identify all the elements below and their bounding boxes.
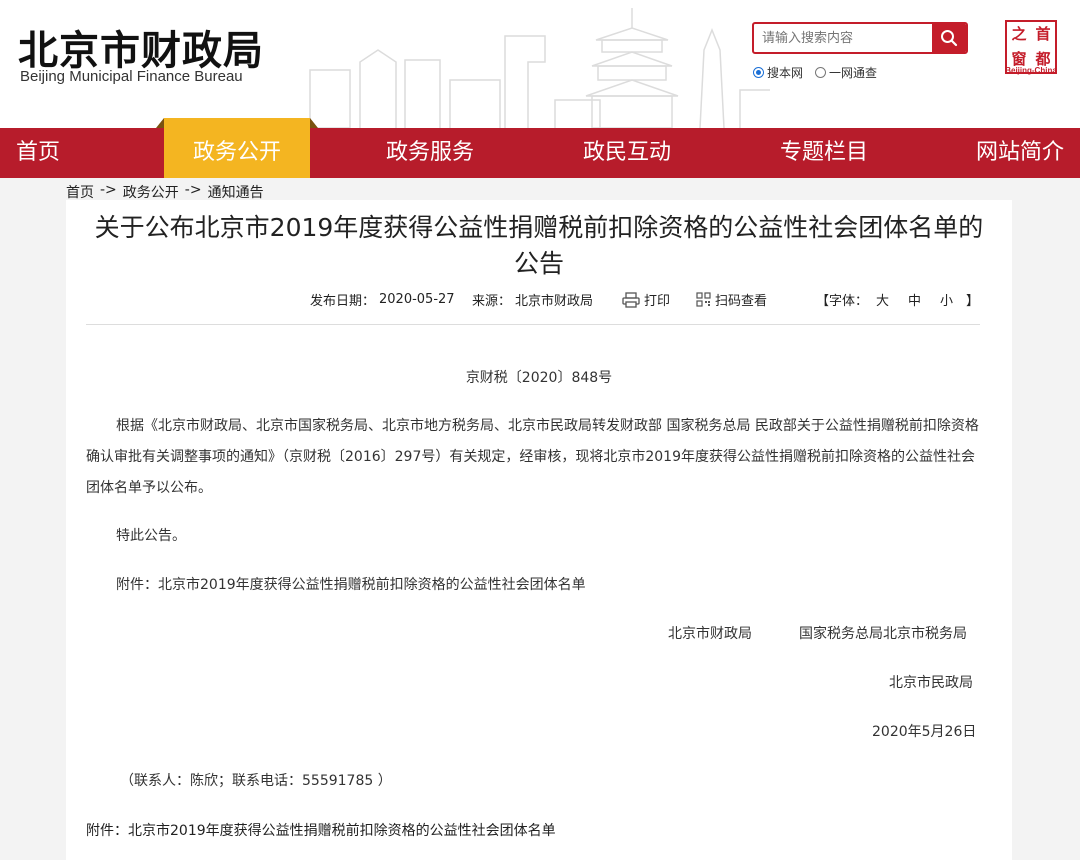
font-size-label: 【字体： bbox=[816, 294, 869, 309]
print-button[interactable]: 打印 bbox=[622, 290, 670, 309]
radio-button-checked[interactable] bbox=[753, 67, 764, 78]
article-meta: 发布日期： 2020-05-27 来源： 北京市财政局 打印 扫码查看 【字体：… bbox=[66, 290, 1012, 310]
nav-item-about[interactable]: 网站简介 bbox=[976, 128, 1064, 178]
article-attachment-line: 附件：北京市2019年度获得公益性捐赠税前扣除资格的公益性社会团体名单 bbox=[116, 577, 586, 593]
seal-char: 之 bbox=[1011, 25, 1027, 43]
radio-button-unchecked[interactable] bbox=[815, 67, 827, 78]
attachment-link[interactable]: 附件：北京市2019年度获得公益性捐赠税前扣除资格的公益性社会团体名单 bbox=[86, 820, 556, 840]
breadcrumb-home[interactable]: 首页 bbox=[66, 182, 94, 202]
breadcrumb-notices[interactable]: 通知通告 bbox=[208, 182, 264, 202]
contact-info: （联系人：陈欣；联系电话：55591785 ） bbox=[120, 773, 392, 789]
radio-search-site[interactable]: 搜本网 bbox=[753, 64, 803, 81]
document-number: 京财税〔2020〕848号 bbox=[465, 370, 613, 386]
nav-item-government-affairs[interactable]: 政务公开 bbox=[156, 118, 318, 178]
signatory-civil-affairs: 北京市民政局 bbox=[889, 675, 973, 691]
qr-view-button[interactable]: 扫码查看 bbox=[696, 290, 767, 309]
nav-item-special-topics[interactable]: 专题栏目 bbox=[780, 128, 868, 178]
font-size-close-bracket: 】 bbox=[966, 294, 980, 309]
city-skyline-illustration bbox=[309, 8, 770, 128]
nav-item-home[interactable]: 首页 bbox=[16, 128, 60, 178]
seal-caption: Beijing-China bbox=[1005, 66, 1057, 75]
qr-view-label: 扫码查看 bbox=[715, 294, 768, 309]
breadcrumb-government-affairs[interactable]: 政务公开 bbox=[123, 182, 179, 202]
article-notice: 特此公告。 bbox=[116, 528, 186, 544]
source-value: 北京市财政局 bbox=[515, 294, 594, 309]
meta-divider bbox=[86, 324, 980, 325]
article-source: 来源： 北京市财政局 bbox=[472, 290, 593, 309]
source-label: 来源： bbox=[472, 294, 512, 309]
site-header: 北京市财政局 Beijing Municipal Finance Bureau … bbox=[0, 0, 1080, 128]
article-body-paragraph: 根据《北京市财政局、北京市国家税务局、北京市地方税务局、北京市民政局转发财政部 … bbox=[86, 418, 979, 496]
breadcrumb-separator: -> bbox=[184, 182, 202, 198]
radio-search-all[interactable]: 一网通查 bbox=[815, 64, 877, 81]
font-size-small[interactable]: 小 bbox=[940, 290, 953, 309]
article-card: 关于公布北京市2019年度获得公益性捐赠税前扣除资格的公益性社会团体名单的公告 … bbox=[66, 200, 1012, 860]
site-logo-subtitle: Beijing Municipal Finance Bureau bbox=[20, 68, 243, 85]
search-box bbox=[752, 22, 968, 54]
radio-label-search-site: 搜本网 bbox=[767, 66, 804, 80]
signatory-tax-bureau: 国家税务总局北京市税务局 bbox=[799, 626, 967, 642]
publish-date-value: 2020-05-27 bbox=[379, 292, 455, 307]
seal-char: 首 bbox=[1035, 25, 1051, 43]
nav-item-interaction[interactable]: 政民互动 bbox=[583, 128, 671, 178]
qr-code-icon bbox=[696, 292, 711, 307]
search-icon bbox=[941, 30, 958, 47]
article-title: 关于公布北京市2019年度获得公益性捐赠税前扣除资格的公益性社会团体名单的公告 bbox=[94, 213, 984, 278]
font-size-large[interactable]: 大 bbox=[876, 290, 889, 309]
nav-item-services[interactable]: 政务服务 bbox=[386, 128, 474, 178]
main-nav: 首页 政务公开 政务服务 政民互动 专题栏目 网站简介 bbox=[0, 118, 1080, 178]
breadcrumb-separator: -> bbox=[100, 182, 117, 198]
search-button[interactable] bbox=[932, 24, 966, 52]
sign-date: 2020年5月26日 bbox=[872, 724, 977, 740]
printer-icon bbox=[622, 291, 640, 308]
print-label: 打印 bbox=[644, 294, 671, 309]
publish-date: 发布日期： 2020-05-27 bbox=[310, 290, 455, 309]
search-input[interactable] bbox=[754, 24, 932, 52]
breadcrumb: 首页 -> 政务公开 -> 通知通告 bbox=[66, 182, 264, 202]
publish-date-label: 发布日期： bbox=[310, 294, 376, 309]
radio-label-search-all: 一网通查 bbox=[829, 66, 878, 80]
signatory-finance-bureau: 北京市财政局 bbox=[668, 626, 752, 642]
search-scope-options: 搜本网 一网通查 bbox=[753, 64, 877, 81]
font-size-medium[interactable]: 中 bbox=[908, 290, 921, 309]
